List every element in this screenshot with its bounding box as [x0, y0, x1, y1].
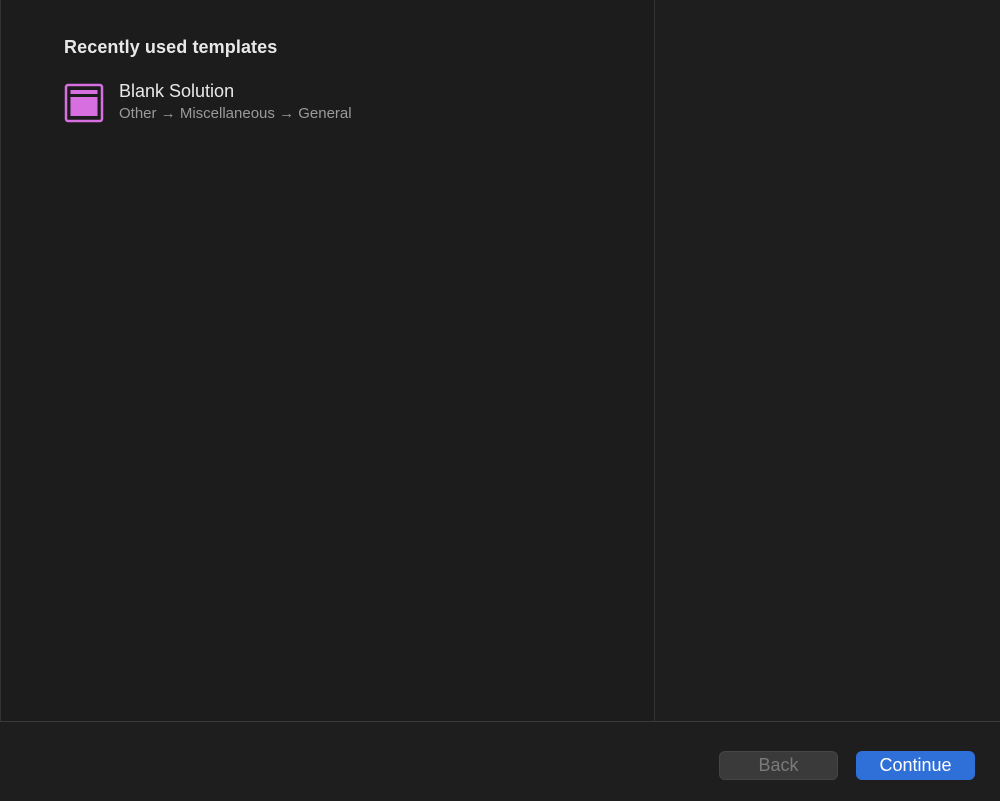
window-template-icon	[64, 83, 104, 123]
template-item-blank-solution[interactable]: Blank Solution Other → Miscellaneous → G…	[64, 80, 352, 125]
content-area: Recently used templates Blank Solution O…	[0, 0, 1000, 721]
new-project-dialog: Recently used templates Blank Solution O…	[0, 0, 1000, 801]
templates-pane: Recently used templates Blank Solution O…	[1, 0, 655, 721]
back-button[interactable]: Back	[719, 751, 838, 780]
continue-button[interactable]: Continue	[856, 751, 975, 780]
template-text: Blank Solution Other → Miscellaneous → G…	[119, 80, 352, 125]
details-pane	[655, 0, 1000, 721]
template-path: Other → Miscellaneous → General	[119, 105, 352, 122]
section-title: Recently used templates	[64, 37, 278, 57]
template-name: Blank Solution	[119, 81, 235, 101]
dialog-footer: Back Continue	[0, 721, 1000, 801]
